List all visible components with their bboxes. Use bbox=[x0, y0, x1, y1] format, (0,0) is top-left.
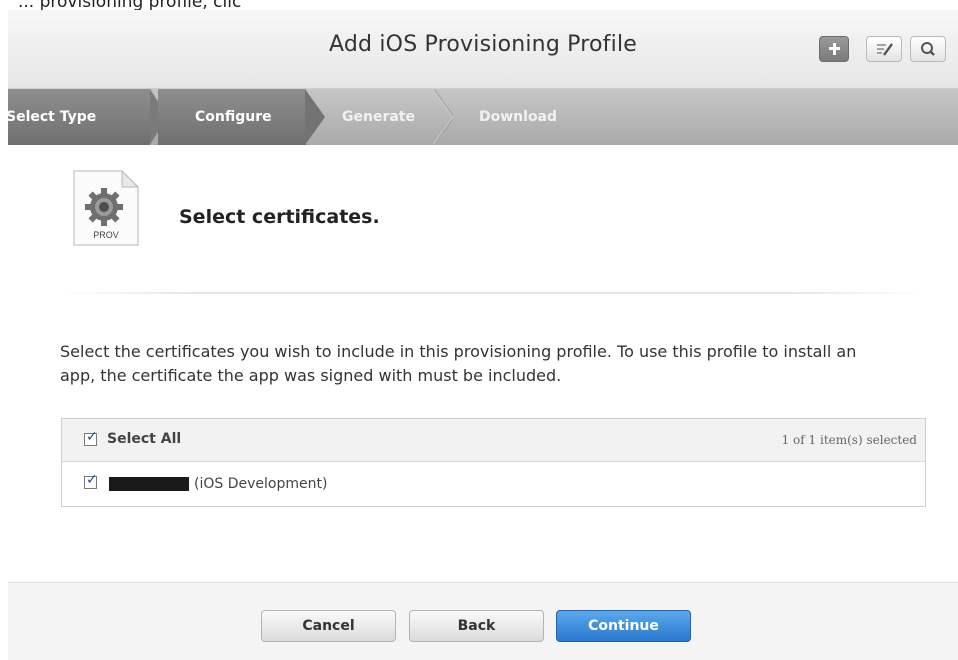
step-divider bbox=[433, 89, 453, 145]
section-title: Select certificates. bbox=[179, 206, 380, 228]
edit-icon bbox=[877, 43, 893, 56]
footer-bar: Cancel Back Continue bbox=[8, 582, 958, 660]
search-button[interactable] bbox=[910, 36, 946, 62]
back-button[interactable]: Back bbox=[409, 610, 544, 642]
section-divider bbox=[62, 292, 922, 294]
certificates-table: ✓ Select All 1 of 1 item(s) selected ✓ (… bbox=[61, 418, 926, 507]
page-header: Add iOS Provisioning Profile bbox=[8, 10, 958, 89]
step-select-type[interactable]: Select Type bbox=[8, 89, 150, 145]
step-configure[interactable]: Configure bbox=[158, 89, 306, 145]
checkmark-icon: ✓ bbox=[86, 429, 98, 445]
step-generate[interactable]: Generate bbox=[342, 89, 442, 145]
search-icon bbox=[921, 42, 935, 56]
selection-count: 1 of 1 item(s) selected bbox=[781, 433, 917, 447]
certificate-label: (iOS Development) bbox=[194, 476, 328, 492]
step-label: Configure bbox=[195, 109, 272, 125]
certificate-checkbox[interactable]: ✓ bbox=[84, 472, 98, 489]
continue-button[interactable]: Continue bbox=[556, 610, 691, 642]
add-button[interactable] bbox=[819, 36, 849, 62]
select-all-checkbox[interactable]: ✓ bbox=[84, 429, 98, 446]
step-label: Generate bbox=[342, 109, 415, 125]
provisioning-file-icon: PROV bbox=[73, 169, 140, 246]
edit-button[interactable] bbox=[866, 36, 902, 62]
checkmark-icon: ✓ bbox=[86, 472, 98, 488]
prov-icon-label: PROV bbox=[93, 230, 119, 240]
description-text: Select the certificates you wish to incl… bbox=[60, 342, 857, 385]
step-divider bbox=[305, 89, 325, 145]
app-window: ... provisioning profile, clic Add iOS P… bbox=[8, 0, 958, 660]
redacted-name bbox=[109, 477, 189, 491]
select-all-label: Select All bbox=[107, 431, 182, 447]
step-download[interactable]: Download bbox=[479, 89, 599, 145]
cancel-button[interactable]: Cancel bbox=[261, 610, 396, 642]
table-header-row: ✓ Select All 1 of 1 item(s) selected bbox=[62, 419, 925, 462]
step-label: Download bbox=[479, 109, 558, 125]
step-label: Select Type bbox=[8, 109, 97, 125]
wizard-steps: Select Type Configure Generate Download bbox=[8, 89, 958, 145]
page-title: Add iOS Provisioning Profile bbox=[328, 32, 637, 57]
